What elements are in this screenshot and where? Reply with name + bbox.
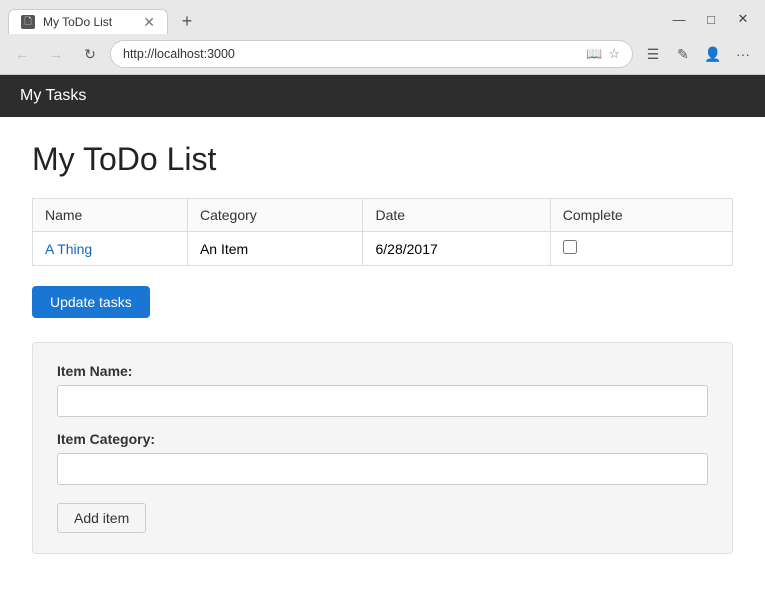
item-category-input[interactable] [57,453,708,485]
tab-title: My ToDo List [43,15,135,29]
maximize-button[interactable]: □ [697,8,725,30]
item-name-label: Item Name: [57,363,708,379]
add-item-form: Item Name: Item Category: Add item [32,342,733,554]
table-header: Name Category Date Complete [33,199,733,232]
col-name: Name [33,199,188,232]
page-title: My ToDo List [32,141,733,178]
item-category-label: Item Category: [57,431,708,447]
new-tab-button[interactable]: + [172,6,202,36]
tab-close-icon[interactable]: ✕ [143,15,155,29]
update-tasks-button[interactable]: Update tasks [32,286,150,318]
item-name-input[interactable] [57,385,708,417]
refresh-button[interactable]: ↻ [76,40,104,68]
todo-table: Name Category Date Complete A Thing An I… [32,198,733,266]
address-bar-row: ← → ↻ http://localhost:3000 📖 ☆ ☰ ✎ 👤 ··… [0,36,765,74]
active-tab[interactable]: 🗋 My ToDo List ✕ [8,9,168,34]
app-nav: My Tasks [0,75,765,117]
row-complete-cell [550,232,732,266]
forward-button[interactable]: → [42,40,70,68]
table-body: A Thing An Item 6/28/2017 [33,232,733,266]
tab-favicon-icon: 🗋 [21,15,35,29]
reader-view-icon[interactable]: 📖 [586,46,602,62]
col-complete: Complete [550,199,732,232]
table-row: A Thing An Item 6/28/2017 [33,232,733,266]
profile-icon[interactable]: 👤 [699,40,727,68]
toolbar-icons: ☰ ✎ 👤 ··· [639,40,757,68]
complete-checkbox[interactable] [563,240,577,254]
minimize-button[interactable]: — [665,8,693,30]
row-category-cell: An Item [187,232,363,266]
close-button[interactable]: ✕ [729,8,757,30]
col-category: Category [187,199,363,232]
row-name-cell[interactable]: A Thing [33,232,188,266]
row-date-cell: 6/28/2017 [363,232,550,266]
bookmark-icon[interactable]: ☆ [608,46,620,62]
favorites-icon[interactable]: ☰ [639,40,667,68]
address-bar-icons: 📖 ☆ [586,46,620,62]
add-item-button[interactable]: Add item [57,503,146,533]
nav-title: My Tasks [20,87,86,104]
tab-bar: 🗋 My ToDo List ✕ + — □ ✕ [0,0,765,36]
item-category-group: Item Category: [57,431,708,485]
app-content: My ToDo List Name Category Date Complete… [0,117,765,607]
edit-icon[interactable]: ✎ [669,40,697,68]
back-button[interactable]: ← [8,40,36,68]
item-name-group: Item Name: [57,363,708,417]
more-menu-icon[interactable]: ··· [729,40,757,68]
window-controls: — □ ✕ [665,8,757,34]
item-name-link[interactable]: A Thing [45,241,92,257]
address-bar[interactable]: http://localhost:3000 📖 ☆ [110,40,633,68]
url-display: http://localhost:3000 [123,47,578,61]
col-date: Date [363,199,550,232]
browser-chrome: 🗋 My ToDo List ✕ + — □ ✕ ← → ↻ http://lo… [0,0,765,75]
